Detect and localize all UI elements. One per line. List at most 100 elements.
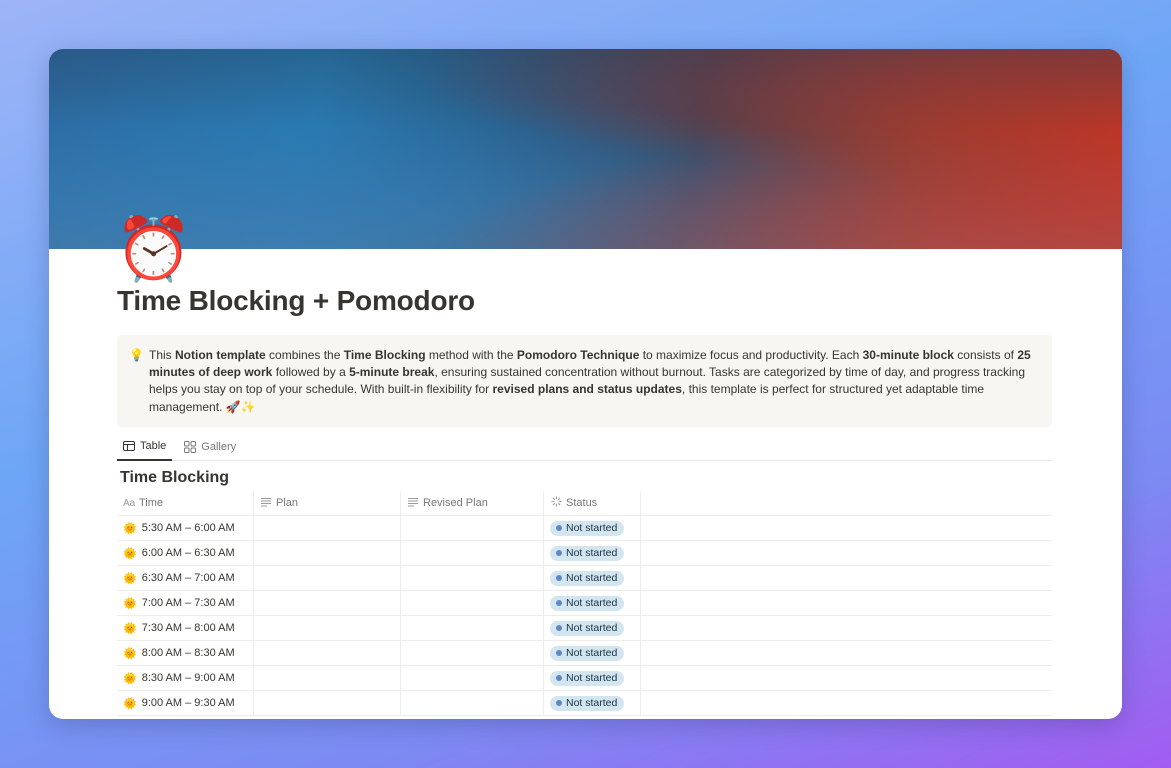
time-cell[interactable]: 🌞 6:00 AM – 6:30 AM [117,541,254,565]
callout-text: This Notion template combines the Time B… [149,348,1031,414]
revised-plan-cell[interactable] [401,566,544,590]
tab-gallery-label: Gallery [201,440,237,453]
status-label: Not started [566,522,618,534]
page-cover-image[interactable] [49,49,1122,249]
status-label: Not started [566,697,618,709]
column-header-revised-plan-label: Revised Plan [423,497,488,509]
plan-cell[interactable] [254,691,401,715]
status-badge[interactable]: Not started [550,670,625,686]
status-label: Not started [566,597,618,609]
row-empty-cell [641,641,1052,665]
time-cell[interactable]: 🌞 8:30 AM – 9:00 AM [117,666,254,690]
column-header-plan-label: Plan [276,497,299,509]
table-row[interactable]: 🌞 6:00 AM – 6:30 AM Not started [117,541,1052,566]
status-badge[interactable]: Not started [550,645,625,661]
status-cell[interactable]: Not started [544,541,641,565]
status-cell[interactable]: Not started [544,666,641,690]
status-cell[interactable]: Not started [544,691,641,715]
status-dot-icon [556,700,562,706]
sun-icon: 🌞 [123,672,137,685]
status-badge[interactable]: Not started [550,520,625,536]
status-dot-icon [556,625,562,631]
status-badge[interactable]: Not started [550,595,625,611]
table-row[interactable]: 🌞 7:30 AM – 8:00 AM Not started [117,616,1052,641]
plan-cell[interactable] [254,591,401,615]
callout-bold-text: Notion template [175,348,266,362]
page-title[interactable]: Time Blocking + Pomodoro [117,285,475,317]
status-badge[interactable]: Not started [550,570,625,586]
time-cell[interactable]: 🌞 9:00 AM – 9:30 AM [117,691,254,715]
column-header-plan[interactable]: Plan [254,491,401,515]
plan-cell[interactable] [254,566,401,590]
column-header-revised-plan[interactable]: Revised Plan [401,491,544,515]
text-lines-icon [260,497,272,510]
column-header-time[interactable]: Aa Time [117,491,254,515]
row-empty-cell [641,691,1052,715]
revised-plan-cell[interactable] [401,691,544,715]
plan-cell[interactable] [254,616,401,640]
sun-icon: 🌞 [123,572,137,585]
time-cell[interactable]: 🌞 7:30 AM – 8:00 AM [117,616,254,640]
status-cell[interactable]: Not started [544,641,641,665]
plan-cell[interactable] [254,541,401,565]
database-title[interactable]: Time Blocking [120,469,229,487]
time-range: 8:30 AM – 9:00 AM [141,672,235,684]
status-dot-icon [556,550,562,556]
revised-plan-cell[interactable] [401,591,544,615]
status-label: Not started [566,672,618,684]
column-header-status[interactable]: Status [544,491,641,515]
time-range: 7:30 AM – 8:00 AM [141,622,235,634]
callout-block[interactable]: 💡 This Notion template combines the Time… [117,335,1052,427]
status-cell[interactable]: Not started [544,566,641,590]
row-empty-cell [641,666,1052,690]
status-dot-icon [556,525,562,531]
status-cell[interactable]: Not started [544,516,641,540]
table-row[interactable]: 🌞 9:00 AM – 9:30 AM Not started [117,691,1052,716]
status-badge[interactable]: Not started [550,545,625,561]
table-header: Aa Time Plan Revised Plan Status [117,491,1052,516]
plan-cell[interactable] [254,516,401,540]
sun-icon: 🌞 [123,547,137,560]
callout-bold-text: revised plans and status updates [492,382,682,397]
time-range: 6:00 AM – 6:30 AM [141,547,235,559]
table-row[interactable]: 🌞 8:00 AM – 8:30 AM Not started [117,641,1052,666]
column-header-time-label: Time [139,497,164,509]
sun-icon: 🌞 [123,522,137,535]
lightbulb-icon[interactable]: 💡 [129,347,144,363]
status-cell[interactable]: Not started [544,591,641,615]
status-badge[interactable]: Not started [550,620,625,636]
view-tabs: Table Gallery [117,433,1052,461]
time-range: 9:00 AM – 9:30 AM [141,697,235,709]
time-cell[interactable]: 🌞 8:00 AM – 8:30 AM [117,641,254,665]
callout-bold-text: Time Blocking [343,348,426,362]
status-badge[interactable]: Not started [550,695,625,711]
tab-gallery[interactable]: Gallery [178,433,242,460]
status-spinner-icon [550,496,562,510]
table-row[interactable]: 🌞 8:30 AM – 9:00 AM Not started [117,666,1052,691]
table-row[interactable]: 🌞 5:30 AM – 6:00 AM Not started [117,516,1052,541]
table-row[interactable]: 🌞 7:00 AM – 7:30 AM Not started [117,591,1052,616]
time-blocking-table: Aa Time Plan Revised Plan Status 🌞 5:30 … [117,491,1052,716]
alarm-clock-icon[interactable]: ⏰ [115,215,192,285]
revised-plan-cell[interactable] [401,516,544,540]
revised-plan-cell[interactable] [401,666,544,690]
plan-cell[interactable] [254,641,401,665]
row-empty-cell [641,616,1052,640]
revised-plan-cell[interactable] [401,616,544,640]
row-empty-cell [641,591,1052,615]
table-row[interactable]: 🌞 6:30 AM – 7:00 AM Not started [117,566,1052,591]
time-range: 7:00 AM – 7:30 AM [141,597,235,609]
time-cell[interactable]: 🌞 5:30 AM – 6:00 AM [117,516,254,540]
callout-text-segment: followed by a [272,365,350,380]
callout-text-segment: method with the [425,348,517,362]
tab-table[interactable]: Table [117,433,173,461]
table-body: 🌞 5:30 AM – 6:00 AM Not started 🌞 6:00 AM – … [117,516,1052,716]
plan-cell[interactable] [254,666,401,690]
status-cell[interactable]: Not started [544,616,641,640]
time-cell[interactable]: 🌞 7:00 AM – 7:30 AM [117,591,254,615]
revised-plan-cell[interactable] [401,641,544,665]
status-label: Not started [566,647,618,659]
revised-plan-cell[interactable] [401,541,544,565]
time-cell[interactable]: 🌞 6:30 AM – 7:00 AM [117,566,254,590]
callout-bold-text: Pomodoro Technique [516,348,640,362]
